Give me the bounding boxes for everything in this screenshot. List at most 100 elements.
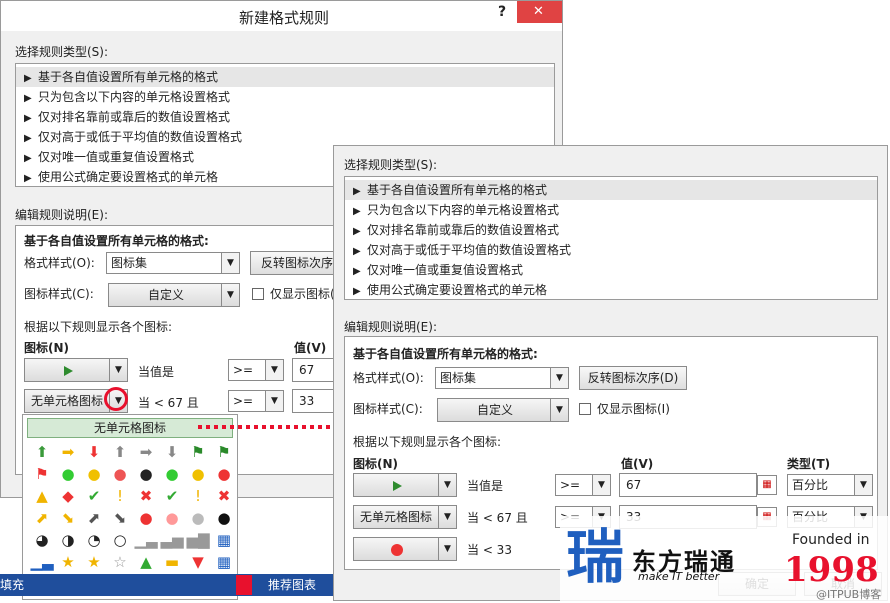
palette-icon-option[interactable]: ● [133, 507, 159, 529]
green-flag-icon [63, 365, 73, 376]
row1-operator-select[interactable]: >= ▼ [228, 359, 284, 381]
tab-fill[interactable]: 填充 [0, 575, 24, 595]
palette-icon-option[interactable]: ◔ [81, 529, 107, 551]
show-icon-only-checkbox[interactable] [252, 288, 264, 300]
palette-icon-option[interactable]: ⬆ [29, 441, 55, 463]
show-icon-only-label: 仅显示图标(I) [597, 402, 670, 416]
green-flag-icon [392, 480, 402, 491]
palette-icon-option[interactable]: ▼ [185, 551, 211, 573]
credit: @ITPUB博客 [816, 588, 882, 601]
rule-type-item[interactable]: ▶ 只为包含以下内容的单元格设置格式 [345, 200, 877, 220]
row1-range-picker-icon[interactable]: ▦ [757, 475, 777, 495]
palette-icon-option[interactable]: ▦ [211, 551, 237, 573]
type-column-header: 类型(T) [787, 457, 831, 471]
icon-select-row1[interactable]: ▼ [24, 358, 128, 382]
format-style-select[interactable]: 图标集 ▼ [435, 367, 569, 389]
palette-icon-option[interactable]: ➡ [133, 441, 159, 463]
row2-condition: 当 < 67 且 [467, 511, 528, 525]
triangle-icon: ▶ [353, 186, 361, 197]
triangle-icon: ▶ [24, 173, 32, 184]
palette-icon-option[interactable]: ◆ [55, 485, 81, 507]
help-icon[interactable]: ? [498, 4, 506, 20]
palette-icon-option[interactable]: ▬ [159, 551, 185, 573]
palette-icon-option[interactable]: ✔ [159, 485, 185, 507]
icon-select-row3[interactable]: ▼ [353, 537, 457, 561]
palette-icon-option[interactable]: ▲ [133, 551, 159, 573]
palette-icon-option[interactable]: ● [159, 463, 185, 485]
palette-icon-option[interactable]: ⬊ [55, 507, 81, 529]
title-bar: 新建格式规则 ? ✕ [1, 1, 562, 31]
rule-type-item[interactable]: ▶ 基于各自值设置所有单元格的格式 [16, 67, 554, 87]
palette-icon-option[interactable]: ◕ [29, 529, 55, 551]
rule-type-item[interactable]: ▶ 仅对高于或低于平均值的数值设置格式 [16, 127, 554, 147]
palette-icon-option[interactable]: ● [133, 463, 159, 485]
palette-icon-option[interactable]: ● [55, 463, 81, 485]
palette-icon-option[interactable]: ★ [55, 551, 81, 573]
row3-condition: 当 < 33 [467, 543, 512, 557]
founded-label: Founded in [792, 532, 870, 548]
palette-icon-option[interactable]: ▅▇ [185, 529, 211, 551]
triangle-icon: ▶ [24, 93, 32, 104]
value-column-header: 值(V) [294, 341, 327, 355]
palette-icon-option[interactable]: ▲ [29, 485, 55, 507]
tab-recommended-charts[interactable]: 推荐图表 [256, 575, 328, 595]
icon-style-select[interactable]: 自定义 ▼ [437, 398, 569, 422]
chevron-down-icon: ▼ [109, 359, 127, 381]
rule-type-item[interactable]: ▶ 仅对唯一值或重复值设置格式 [345, 260, 877, 280]
icon-column-header: 图标(N) [353, 457, 399, 471]
rule-hint: 根据以下规则显示各个图标: [24, 320, 173, 334]
palette-icon-option[interactable]: ● [107, 463, 133, 485]
rule-type-item[interactable]: ▶ 只为包含以下内容的单元格设置格式 [16, 87, 554, 107]
icon-select-row2[interactable]: 无单元格图标 ▼ [353, 505, 457, 529]
show-icon-only-checkbox[interactable] [579, 403, 591, 415]
palette-icon-option[interactable]: ★ [81, 551, 107, 573]
palette-icon-option[interactable]: ⬊ [107, 507, 133, 529]
palette-icon-option[interactable]: ▦ [211, 529, 237, 551]
palette-icon-option[interactable]: ⬇ [81, 441, 107, 463]
palette-icon-option[interactable]: ! [107, 485, 133, 507]
palette-icon-option[interactable]: ✔ [81, 485, 107, 507]
palette-icon-option[interactable]: ● [159, 507, 185, 529]
row1-type-select[interactable]: 百分比 ▼ [787, 474, 873, 496]
format-style-select[interactable]: 图标集 ▼ [106, 252, 240, 274]
chevron-down-icon: ▼ [265, 360, 283, 380]
palette-icon-option[interactable]: ☆ [107, 551, 133, 573]
palette-icon-option[interactable]: ● [81, 463, 107, 485]
reverse-icon-order-button[interactable]: 反转图标次序(D) [579, 366, 687, 390]
palette-icon-option[interactable]: ⬈ [29, 507, 55, 529]
palette-icon-option[interactable]: ⬇ [159, 441, 185, 463]
palette-icon-option[interactable]: ⬆ [107, 441, 133, 463]
palette-icon-option[interactable]: ▃▅ [159, 529, 185, 551]
palette-icon-option[interactable]: ⬈ [81, 507, 107, 529]
icon-select-row1[interactable]: ▼ [353, 473, 457, 497]
rule-type-item[interactable]: ▶ 仅对高于或低于平均值的数值设置格式 [345, 240, 877, 260]
row2-operator-select[interactable]: >=▼ [228, 390, 284, 412]
rule-hint: 根据以下规则显示各个图标: [353, 435, 502, 449]
icon-style-label: 图标样式(C): [353, 402, 423, 416]
edit-rule-label: 编辑规则说明(E): [344, 320, 437, 334]
show-icon-only-label: 仅显示图标( [270, 287, 335, 301]
palette-icon-option[interactable]: ▁▃ [29, 551, 55, 573]
row1-value-input[interactable]: 67 [619, 473, 757, 497]
chevron-down-icon: ▼ [265, 391, 283, 411]
close-button[interactable]: ✕ [517, 1, 562, 23]
rule-type-item[interactable]: ▶ 使用公式确定要设置格式的单元格 [345, 280, 877, 300]
palette-icon-option[interactable]: ◑ [55, 529, 81, 551]
palette-icon-option[interactable]: ▁▃ [133, 529, 159, 551]
row2-condition: 当 < 67 且 [138, 396, 199, 410]
icon-style-select[interactable]: 自定义 ▼ [108, 283, 240, 307]
group-title: 基于各自值设置所有单元格的格式: [24, 234, 209, 248]
palette-icon-option[interactable]: ○ [107, 529, 133, 551]
triangle-icon: ▶ [353, 226, 361, 237]
chevron-down-icon: ▼ [592, 475, 610, 495]
rule-type-item[interactable]: ▶ 仅对排名靠前或靠后的数值设置格式 [345, 220, 877, 240]
palette-icon-option[interactable]: ➡ [55, 441, 81, 463]
rule-type-item[interactable]: ▶ 仅对排名靠前或靠后的数值设置格式 [16, 107, 554, 127]
palette-icon-option[interactable]: ⚑ [29, 463, 55, 485]
edit-rule-label: 编辑规则说明(E): [15, 208, 108, 222]
slogan: make IT better [638, 570, 720, 583]
triangle-icon: ▶ [353, 206, 361, 217]
row1-operator-select[interactable]: >= ▼ [555, 474, 611, 496]
rule-type-item[interactable]: ▶ 基于各自值设置所有单元格的格式 [345, 180, 877, 200]
palette-icon-option[interactable]: ✖ [133, 485, 159, 507]
